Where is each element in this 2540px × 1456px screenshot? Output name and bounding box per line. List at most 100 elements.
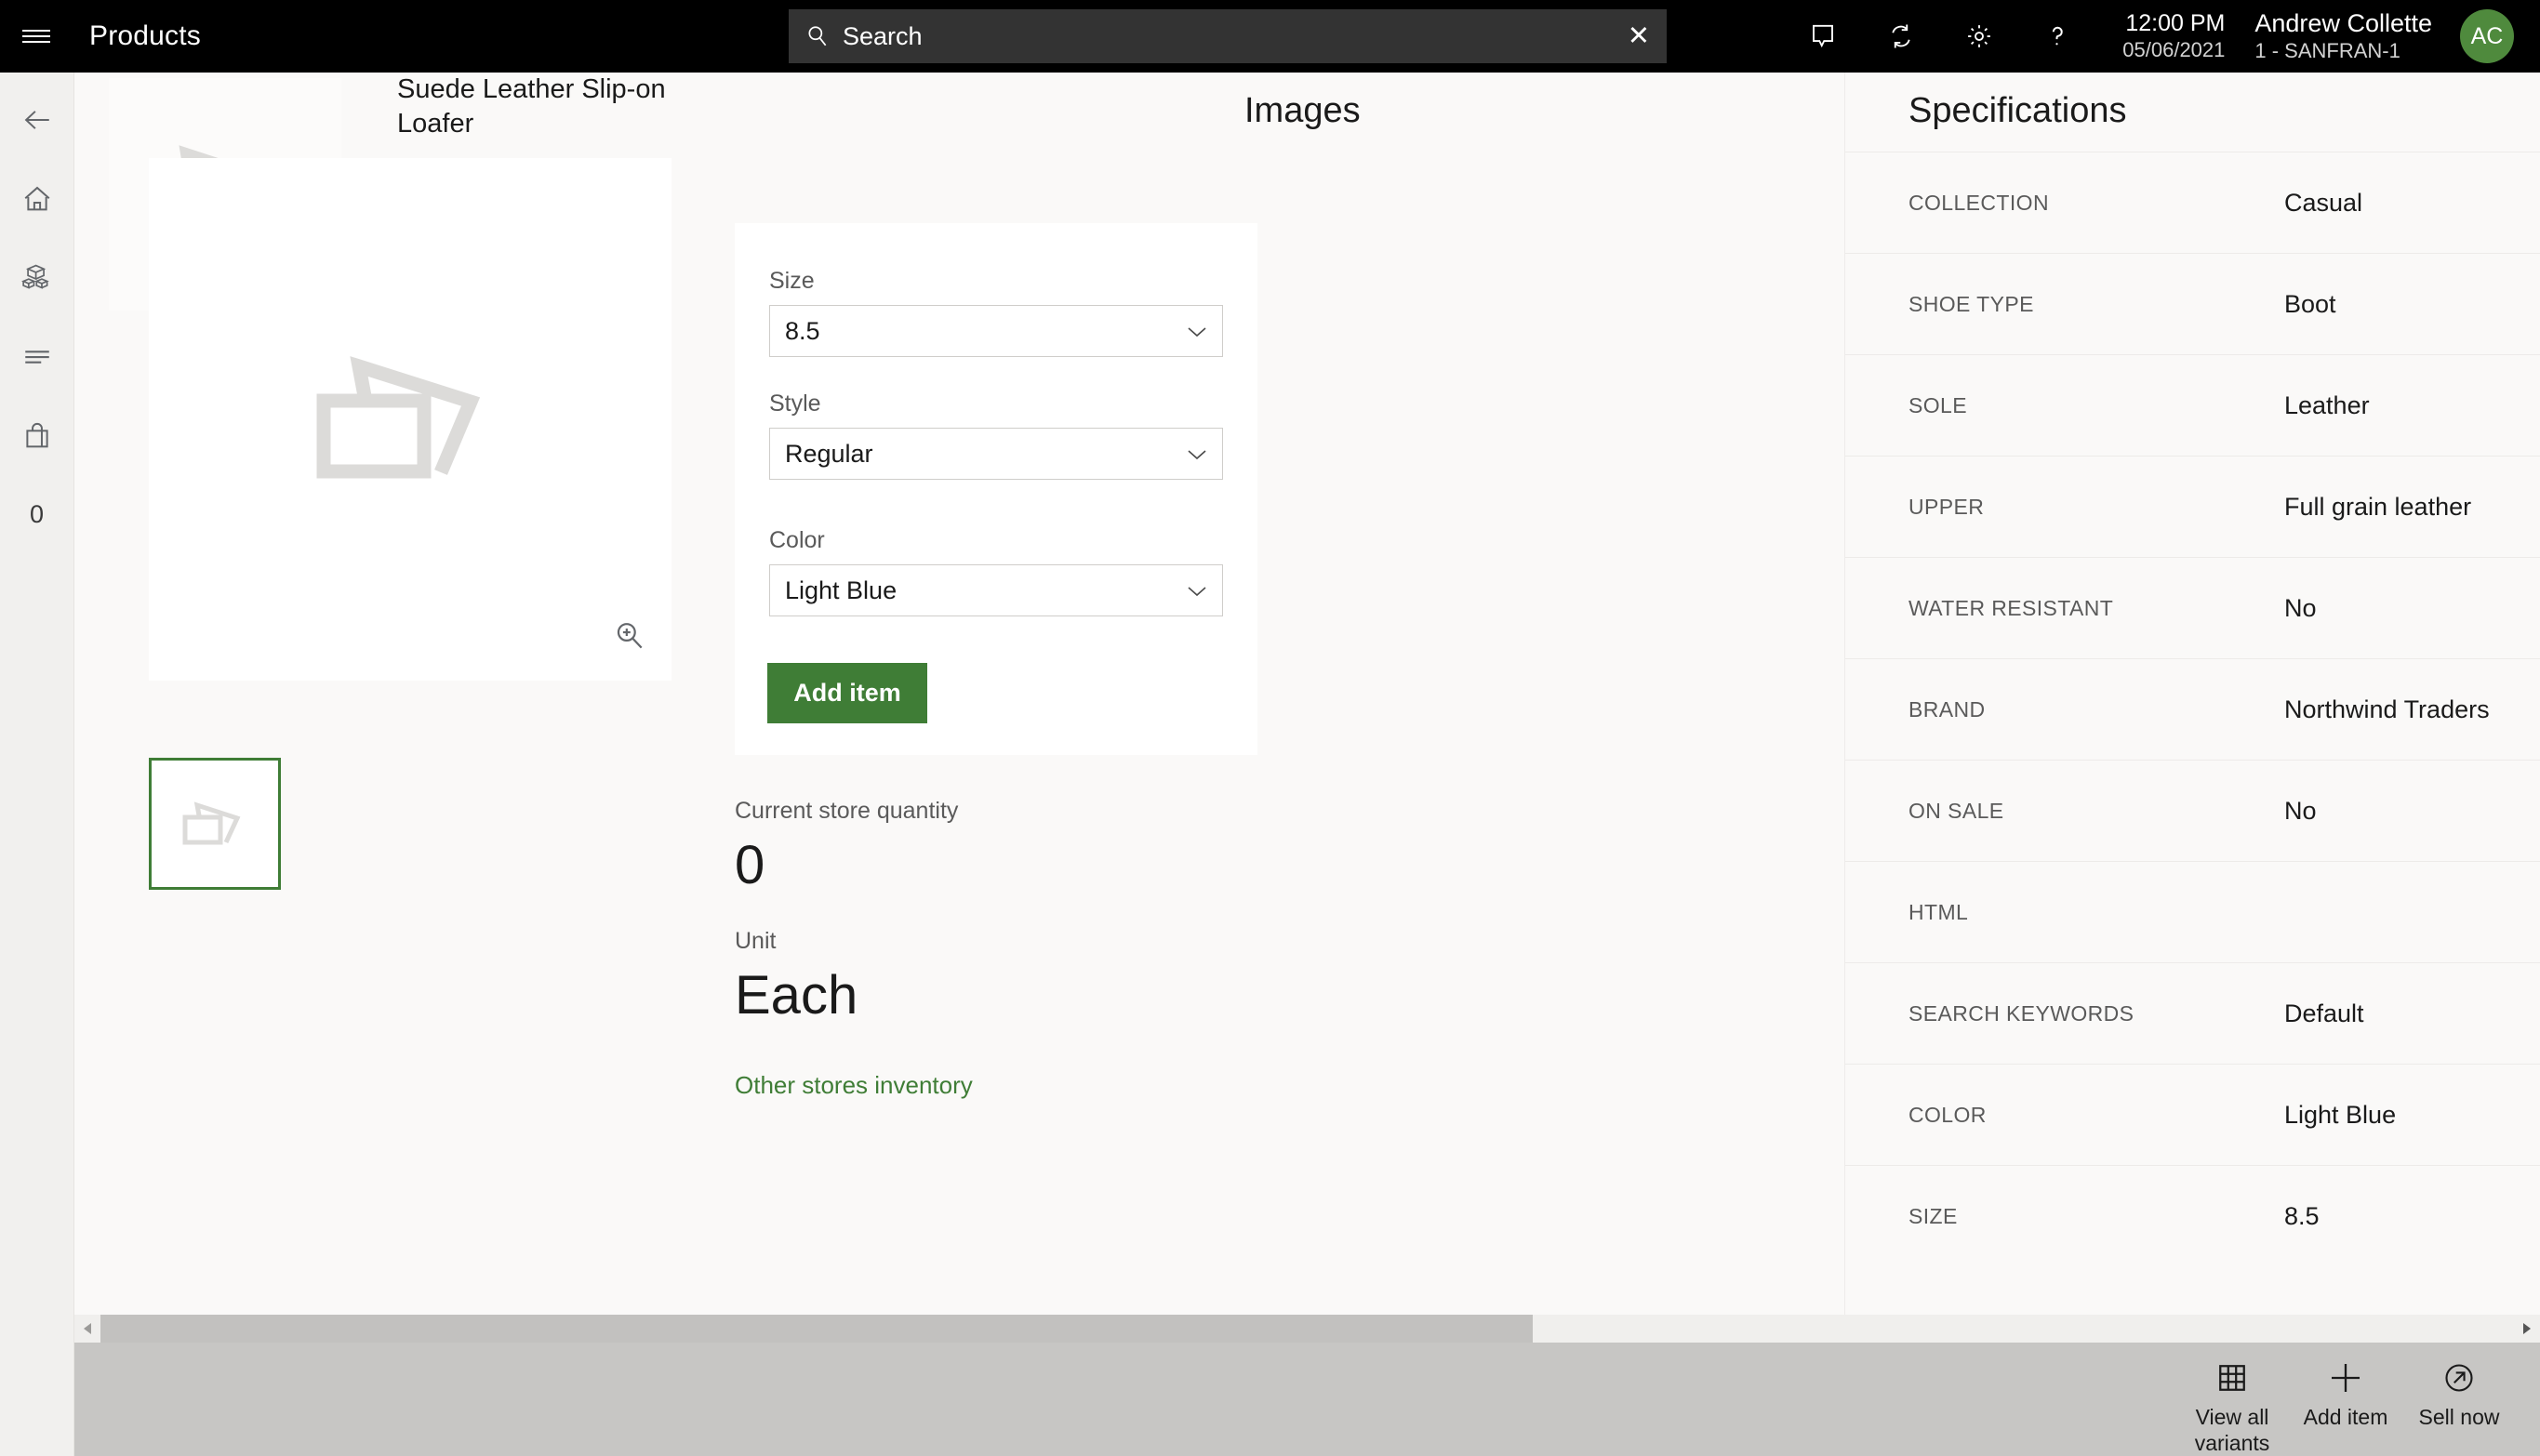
scroll-left-arrow-icon[interactable] xyxy=(74,1315,100,1343)
field-size: Size 8.5 xyxy=(769,268,1223,357)
style-dropdown-value: Regular xyxy=(785,439,873,468)
command-group: View all variants Add item Sell now xyxy=(2175,1343,2516,1456)
image-thumbnail-1[interactable] xyxy=(149,758,281,890)
sell-now-button[interactable]: Sell now xyxy=(2402,1343,2516,1456)
unit-value: Each xyxy=(735,964,858,1026)
main-content: Summary Suede Leather Slip-on Loafer 920… xyxy=(74,73,2540,1318)
spec-key: SOLE xyxy=(1908,392,1967,417)
other-stores-inventory-link[interactable]: Other stores inventory xyxy=(735,1071,1293,1100)
stock-panel: Current store quantity 0 Unit Each Other… xyxy=(735,798,1293,1100)
magnifier-plus-icon[interactable] xyxy=(612,618,647,658)
image-placeholder-icon xyxy=(316,355,481,478)
gear-icon[interactable] xyxy=(1940,0,2018,73)
help-icon[interactable] xyxy=(2018,0,2096,73)
spec-value: Leather xyxy=(2284,390,2370,419)
spec-row: HTML xyxy=(1845,861,2540,962)
spec-row: BRAND Northwind Traders xyxy=(1845,658,2540,760)
arrow-circle-icon xyxy=(2442,1357,2476,1398)
image-placeholder-icon xyxy=(182,801,240,844)
user-name: Andrew Collette xyxy=(2254,9,2432,38)
spec-key: SEARCH KEYWORDS xyxy=(1908,1000,2134,1026)
search-icon xyxy=(805,24,830,48)
current-store-quantity-label: Current store quantity xyxy=(735,798,959,824)
size-dropdown[interactable]: 8.5 xyxy=(769,305,1223,357)
current-store-quantity-value: 0 xyxy=(735,835,765,895)
command-label: Add item xyxy=(2303,1405,2388,1429)
specifications-panel: Specifications COLLECTION Casual SHOE TY… xyxy=(1844,73,2540,1318)
command-label: View all variants xyxy=(2194,1405,2270,1456)
spec-key: SHOE TYPE xyxy=(1908,291,2034,316)
scrollbar-track[interactable] xyxy=(100,1315,2514,1343)
left-nav-rail: 0 xyxy=(0,73,74,1456)
spec-row: COLOR Light Blue xyxy=(1845,1064,2540,1165)
color-dropdown-value: Light Blue xyxy=(785,576,898,604)
image-thumbnail-strip xyxy=(149,758,281,890)
avatar[interactable]: AC xyxy=(2460,9,2514,63)
chevron-down-icon xyxy=(1188,326,1206,337)
products-boxes-icon[interactable] xyxy=(0,238,74,317)
user-info[interactable]: Andrew Collette 1 - SANFRAN-1 xyxy=(2254,8,2432,64)
spec-value: Light Blue xyxy=(2284,1100,2397,1129)
horizontal-scrollbar[interactable] xyxy=(74,1315,2540,1343)
plus-icon xyxy=(2327,1357,2364,1398)
spec-key: BRAND xyxy=(1908,696,1986,721)
list-lines-icon[interactable] xyxy=(0,317,74,396)
spec-row: SIZE 8.5 xyxy=(1845,1165,2540,1266)
grid-icon xyxy=(2215,1357,2249,1398)
spec-value: Full grain leather xyxy=(2284,492,2472,521)
field-label-size: Size xyxy=(769,268,815,294)
top-app-bar: Products Search ✕ 12:00 PM 05/06/2021 An… xyxy=(0,0,2540,73)
top-bar-right-cluster: 12:00 PM 05/06/2021 Andrew Collette 1 - … xyxy=(1784,0,2540,73)
style-dropdown[interactable]: Regular xyxy=(769,428,1223,480)
field-color: Color Light Blue xyxy=(769,527,1223,616)
spec-row: UPPER Full grain leather xyxy=(1845,456,2540,557)
chevron-down-icon xyxy=(1188,449,1206,459)
scrollbar-thumb[interactable] xyxy=(100,1315,1533,1343)
spec-key: COLOR xyxy=(1908,1102,1987,1127)
add-item-button[interactable]: Add item xyxy=(767,663,927,723)
spec-value: No xyxy=(2284,593,2317,622)
spec-row: SOLE Leather xyxy=(1845,354,2540,456)
spec-key: COLLECTION xyxy=(1908,190,2049,215)
spec-row: ON SALE No xyxy=(1845,760,2540,861)
spec-key: HTML xyxy=(1908,899,1969,924)
chevron-down-icon xyxy=(1188,586,1206,596)
color-dropdown[interactable]: Light Blue xyxy=(769,564,1223,616)
home-icon[interactable] xyxy=(0,159,74,238)
view-all-variants-button[interactable]: View all variants xyxy=(2175,1343,2289,1456)
spec-row: WATER RESISTANT No xyxy=(1845,557,2540,658)
hamburger-icon[interactable] xyxy=(0,0,73,73)
clock-date: 05/06/2021 xyxy=(2122,37,2226,61)
cart-count-badge[interactable]: 0 xyxy=(0,475,74,554)
close-icon[interactable]: ✕ xyxy=(1628,22,1650,50)
command-label: Sell now xyxy=(2418,1405,2500,1429)
main-product-image[interactable] xyxy=(149,158,672,681)
search-input[interactable]: Search ✕ xyxy=(789,9,1667,63)
unit-label: Unit xyxy=(735,927,777,954)
images-heading: Images xyxy=(1244,91,1361,130)
shopping-bag-icon[interactable] xyxy=(0,396,74,475)
specifications-heading: Specifications xyxy=(1908,91,2127,130)
spec-value: Northwind Traders xyxy=(2284,695,2490,723)
spec-value: No xyxy=(2284,796,2317,825)
clock: 12:00 PM 05/06/2021 xyxy=(2122,9,2225,62)
notifications-icon[interactable] xyxy=(1784,0,1862,73)
search-placeholder: Search xyxy=(843,21,923,50)
field-label-style: Style xyxy=(769,390,821,417)
field-label-color: Color xyxy=(769,527,825,553)
spec-row: SEARCH KEYWORDS Default xyxy=(1845,962,2540,1064)
add-item-command-button[interactable]: Add item xyxy=(2289,1343,2402,1456)
user-store: 1 - SANFRAN-1 xyxy=(2254,39,2400,63)
spec-key: ON SALE xyxy=(1908,798,2004,823)
spec-value: Casual xyxy=(2284,188,2363,217)
spec-value: Boot xyxy=(2284,289,2336,318)
field-style: Style Regular xyxy=(769,390,1223,480)
spec-key: UPPER xyxy=(1908,494,1985,519)
scroll-right-arrow-icon[interactable] xyxy=(2514,1315,2540,1343)
spec-value: Default xyxy=(2284,999,2364,1027)
back-arrow-icon[interactable] xyxy=(0,80,74,159)
spec-row: SHOE TYPE Boot xyxy=(1845,253,2540,354)
page-title: Products xyxy=(89,20,201,51)
size-dropdown-value: 8.5 xyxy=(785,316,820,345)
sync-icon[interactable] xyxy=(1862,0,1940,73)
